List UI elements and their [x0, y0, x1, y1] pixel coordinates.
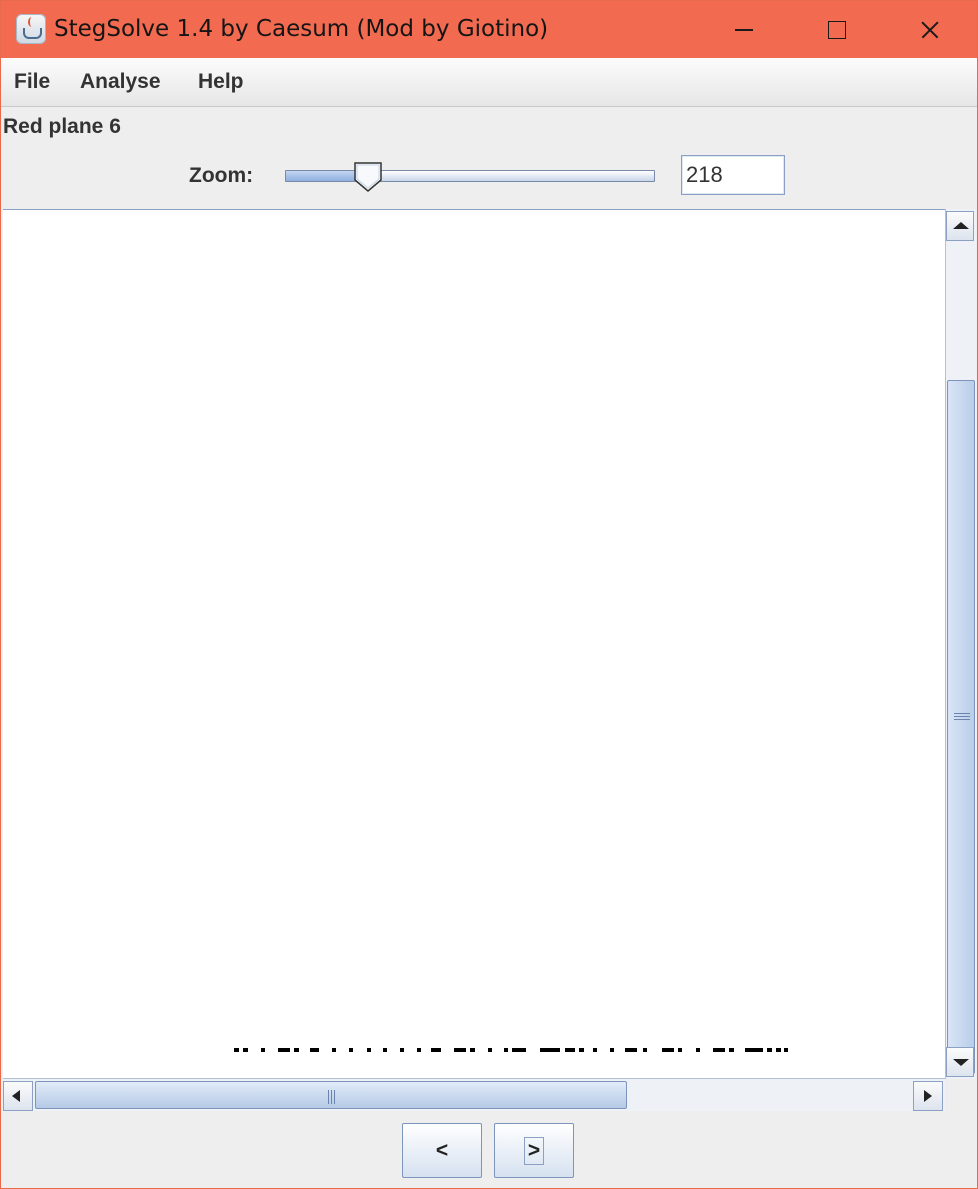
bit-plane-pixels: [234, 1048, 788, 1052]
plane-label: Red plane 6: [3, 115, 121, 138]
menu-bar: File Analyse Help: [1, 58, 977, 107]
image-viewport[interactable]: [3, 209, 945, 1078]
arrow-up-icon: [953, 222, 969, 229]
arrow-down-icon: [953, 1059, 969, 1066]
menu-analyse[interactable]: Analyse: [80, 70, 161, 94]
maximize-icon[interactable]: [791, 1, 883, 58]
title-bar: StegSolve 1.4 by Caesum (Mod by Giotino): [1, 1, 977, 58]
next-button-label: >: [523, 1136, 545, 1165]
close-icon[interactable]: [883, 1, 975, 58]
vertical-scrollbar[interactable]: [945, 209, 976, 1079]
stegsolve-window: StegSolve 1.4 by Caesum (Mod by Giotino)…: [0, 0, 978, 1189]
zoom-label: Zoom:: [189, 164, 254, 187]
bit-plane-image: [3, 210, 945, 1078]
menu-file[interactable]: File: [14, 70, 50, 94]
horizontal-scrollbar[interactable]: [3, 1078, 945, 1111]
arrow-left-icon: [12, 1090, 20, 1102]
arrow-right-icon: [924, 1090, 932, 1102]
zoom-input[interactable]: 218: [681, 155, 785, 195]
previous-button[interactable]: <: [402, 1123, 482, 1178]
vertical-scroll-thumb[interactable]: [947, 380, 975, 1074]
scroll-down-button[interactable]: [946, 1047, 974, 1077]
scroll-left-button[interactable]: [3, 1081, 33, 1111]
menu-help[interactable]: Help: [198, 70, 244, 94]
window-title: StegSolve 1.4 by Caesum (Mod by Giotino): [54, 16, 549, 42]
zoom-slider[interactable]: [285, 170, 655, 182]
java-cup-icon: [16, 14, 46, 44]
next-button[interactable]: >: [494, 1123, 574, 1178]
previous-button-label: <: [435, 1138, 449, 1162]
horizontal-scroll-thumb[interactable]: [35, 1081, 627, 1109]
minimize-icon[interactable]: [699, 1, 791, 58]
scroll-corner: [945, 1079, 975, 1110]
scroll-up-button[interactable]: [946, 211, 974, 241]
scroll-right-button[interactable]: [913, 1081, 943, 1111]
zoom-slider-thumb[interactable]: [353, 161, 383, 193]
